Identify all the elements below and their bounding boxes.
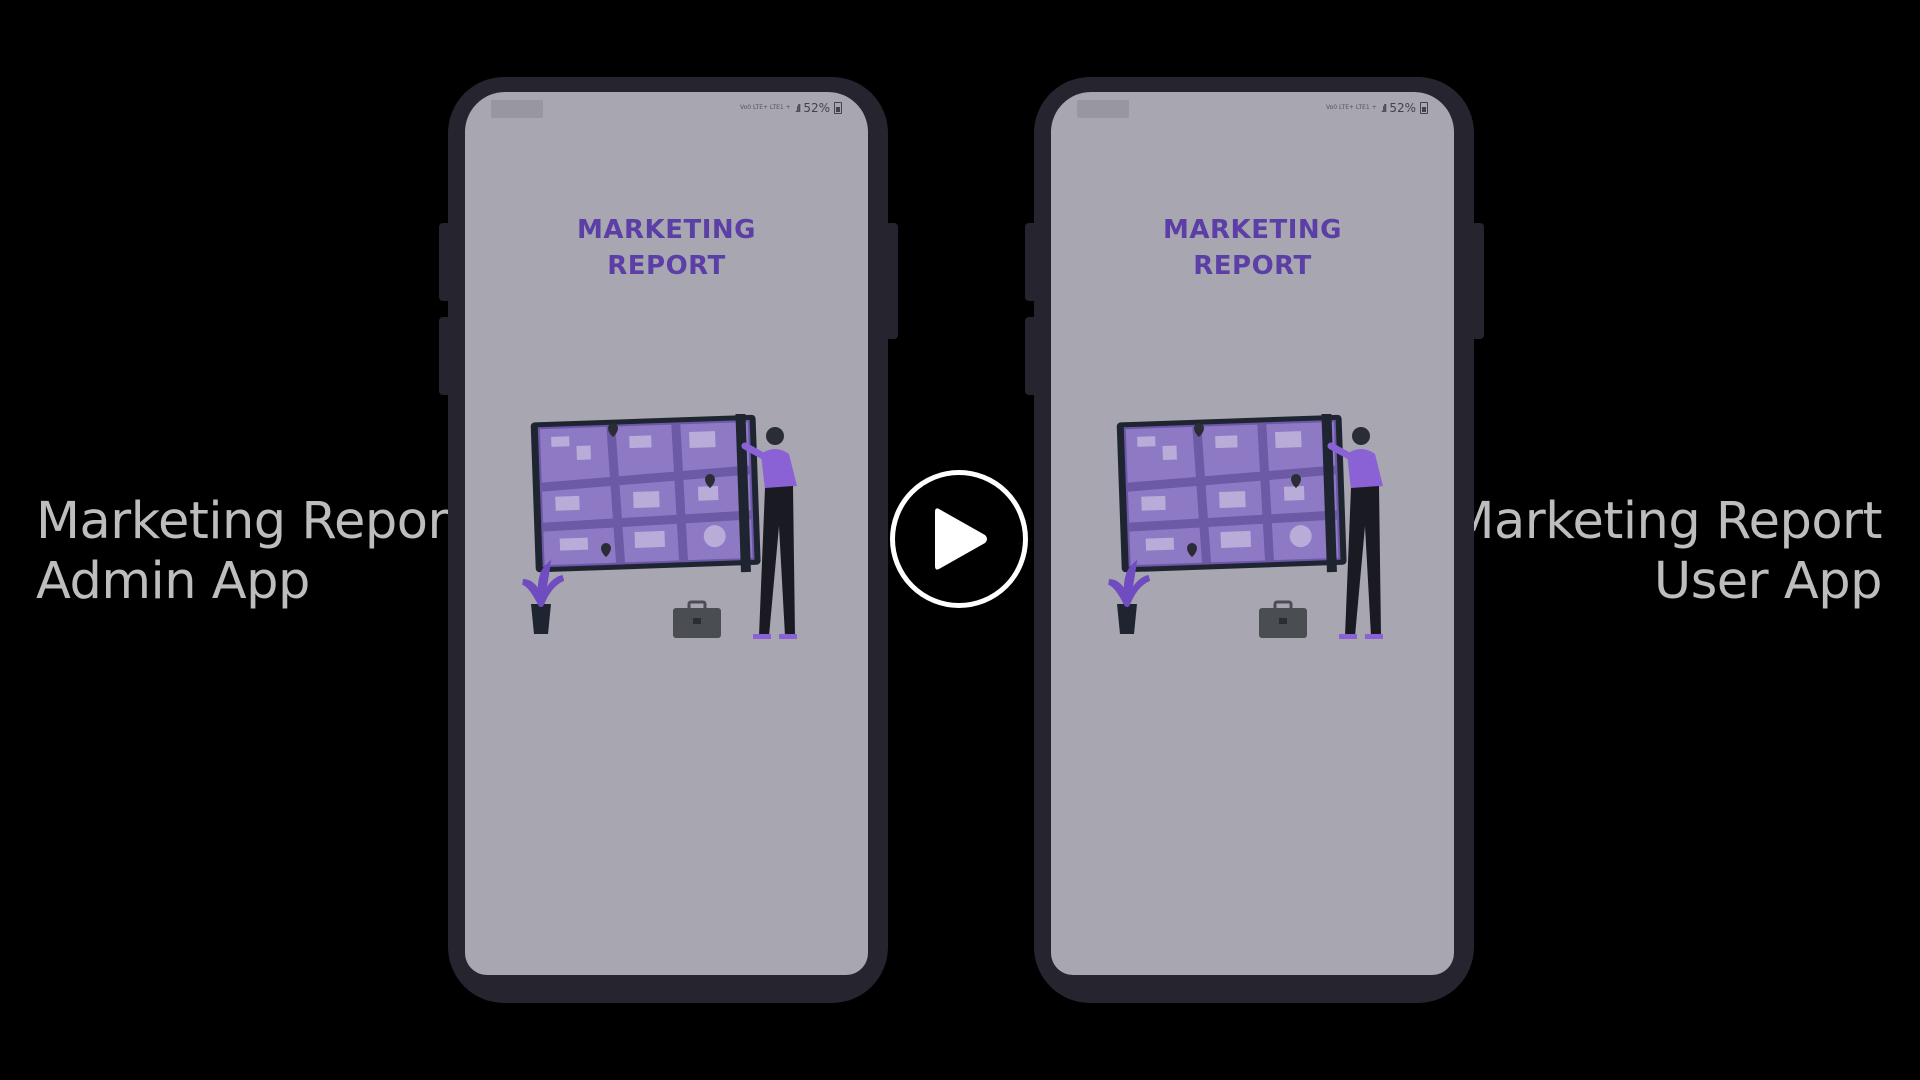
caption-admin-app: Marketing Report Admin App	[36, 492, 468, 612]
notification-chip	[1077, 100, 1129, 118]
phone-screen[interactable]: Vo0 LTE+ LTE1 + .ıll 52% MARKETING REPOR…	[465, 92, 868, 975]
battery-icon	[1420, 102, 1428, 114]
caption-title: Marketing Report	[36, 492, 468, 551]
caption-subtitle: User App	[1653, 552, 1883, 611]
play-icon	[935, 508, 987, 570]
power-button	[1471, 223, 1484, 339]
caption-title: Marketing Report	[1450, 492, 1883, 551]
battery-percent: 52%	[1389, 101, 1416, 115]
app-title: MARKETING REPORT	[465, 212, 868, 284]
status-indicators: Vo0 LTE+ LTE1 + .ıll 52%	[1326, 101, 1428, 115]
phone-user-app: Vo0 LTE+ LTE1 + .ıll 52% MARKETING REPOR…	[1025, 77, 1484, 1003]
app-title-line2: REPORT	[607, 251, 726, 281]
volume-down-button	[1025, 317, 1037, 395]
app-title-line2: REPORT	[1193, 251, 1312, 281]
app-title-line1: MARKETING	[1163, 215, 1342, 245]
volume-up-button	[1025, 223, 1037, 301]
map-illustration	[521, 414, 797, 639]
signal-icon: .ıll	[1380, 101, 1388, 115]
battery-icon	[834, 102, 842, 114]
notification-chip	[491, 100, 543, 118]
play-button[interactable]	[890, 470, 1028, 608]
signal-icon: .ıll	[794, 101, 802, 115]
network-label: Vo0 LTE+ LTE1 +	[1325, 104, 1377, 111]
phone-admin-app: Vo0 LTE+ LTE1 + .ıll 52% MARKETING REPOR…	[439, 77, 898, 1003]
caption-user-app: Marketing Report User App	[1450, 492, 1883, 612]
battery-percent: 52%	[803, 101, 830, 115]
caption-subtitle: Admin App	[36, 552, 310, 611]
map-illustration	[1107, 414, 1383, 639]
status-bar: Vo0 LTE+ LTE1 + .ıll 52%	[1051, 98, 1454, 118]
status-indicators: Vo0 LTE+ LTE1 + .ıll 52%	[740, 101, 842, 115]
network-label: Vo0 LTE+ LTE1 +	[739, 104, 791, 111]
volume-down-button	[439, 317, 451, 395]
status-bar: Vo0 LTE+ LTE1 + .ıll 52%	[465, 98, 868, 118]
volume-up-button	[439, 223, 451, 301]
phone-screen[interactable]: Vo0 LTE+ LTE1 + .ıll 52% MARKETING REPOR…	[1051, 92, 1454, 975]
power-button	[885, 223, 898, 339]
app-title: MARKETING REPORT	[1051, 212, 1454, 284]
app-title-line1: MARKETING	[577, 215, 756, 245]
